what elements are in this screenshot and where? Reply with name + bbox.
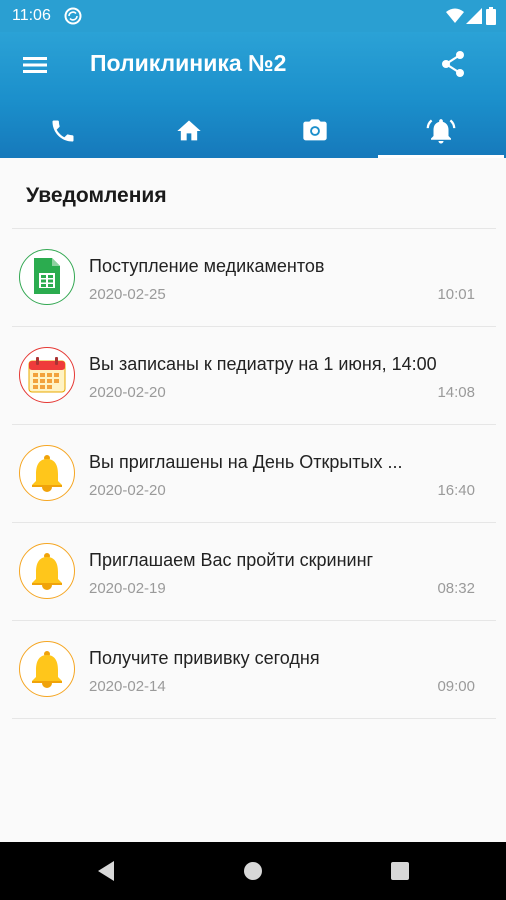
share-icon[interactable] (440, 50, 466, 78)
back-icon (98, 861, 114, 881)
tab-notifications[interactable] (378, 104, 504, 158)
notifications-list: Поступление медикаментов 2020-02-25 10:0… (12, 228, 496, 719)
camera-icon (303, 119, 327, 141)
phone-icon (52, 120, 74, 142)
tab-bar (0, 104, 506, 158)
signal-icon (466, 8, 482, 24)
tab-phone[interactable] (0, 104, 126, 158)
item-avatar (19, 641, 75, 697)
item-date: 2020-02-19 (89, 580, 166, 597)
active-tab-indicator (378, 155, 504, 158)
item-time: 16:40 (437, 482, 475, 499)
recents-button[interactable] (370, 842, 430, 900)
list-item[interactable]: Поступление медикаментов 2020-02-25 10:0… (12, 229, 496, 327)
battery-icon (486, 7, 496, 25)
home-nav-button[interactable] (223, 842, 283, 900)
item-avatar (19, 445, 75, 501)
app-bar: Поликлиника №2 (0, 32, 506, 158)
back-button[interactable] (76, 842, 136, 900)
calendar-icon (28, 357, 66, 393)
status-bar: 11:06 (0, 0, 506, 32)
bell-icon (32, 455, 62, 492)
home-icon (177, 120, 201, 141)
bell-icon (32, 651, 62, 688)
tab-home[interactable] (126, 104, 252, 158)
app-title: Поликлиника №2 (90, 50, 287, 76)
item-avatar (19, 249, 75, 305)
item-date: 2020-02-20 (89, 482, 166, 499)
item-text: Вы записаны к педиатру на 1 июня, 14:00 (89, 354, 437, 374)
menu-icon[interactable] (22, 52, 48, 78)
list-item[interactable]: Вы записаны к педиатру на 1 июня, 14:00 … (12, 327, 496, 425)
item-time: 09:00 (437, 678, 475, 695)
home-circle-icon (244, 862, 262, 880)
item-date: 2020-02-20 (89, 384, 166, 401)
item-text: Получите прививку сегодня (89, 648, 320, 668)
item-text: Приглашаем Вас пройти скрининг (89, 550, 374, 570)
list-item[interactable]: Приглашаем Вас пройти скрининг 2020-02-1… (12, 523, 496, 621)
wifi-icon (446, 8, 464, 23)
item-avatar (19, 347, 75, 403)
list-item[interactable]: Получите прививку сегодня 2020-02-14 09:… (12, 621, 496, 719)
item-date: 2020-02-25 (89, 286, 166, 303)
system-nav-bar (0, 842, 506, 900)
item-avatar (19, 543, 75, 599)
bell-ring-icon (426, 119, 456, 144)
tab-camera[interactable] (252, 104, 378, 158)
spreadsheet-icon (34, 258, 60, 294)
item-time: 08:32 (437, 580, 475, 597)
item-text: Вы приглашены на День Открытых ... (89, 452, 403, 472)
item-text: Поступление медикаментов (89, 256, 325, 276)
list-item[interactable]: Вы приглашены на День Открытых ... 2020-… (12, 425, 496, 523)
item-date: 2020-02-14 (89, 678, 166, 695)
bell-icon (32, 553, 62, 590)
sync-icon (64, 7, 82, 25)
status-time: 11:06 (12, 7, 51, 24)
recents-icon (391, 862, 409, 880)
page-title: Уведомления (26, 184, 167, 207)
item-time: 10:01 (437, 286, 475, 303)
item-time: 14:08 (437, 384, 475, 401)
